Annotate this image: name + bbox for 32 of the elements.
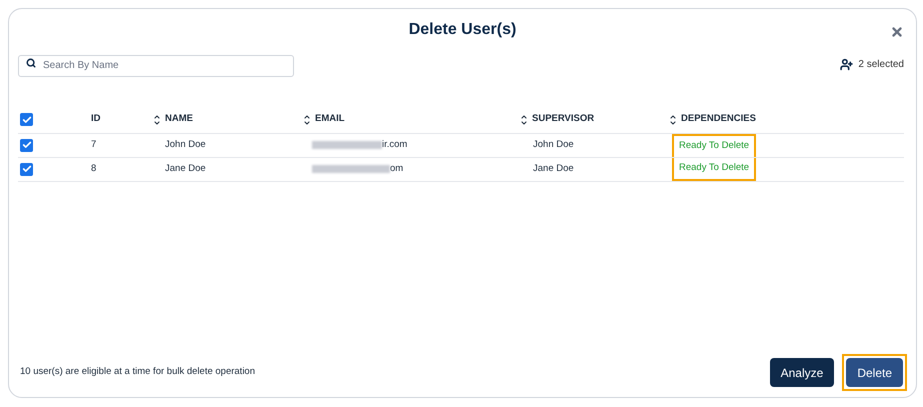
status-label: Ready To Delete: [672, 134, 756, 156]
table-cell-text: ir.com: [382, 138, 408, 152]
column-header: DEPENDENCIES: [681, 112, 756, 126]
column-header: ID: [91, 112, 100, 126]
sort-icon[interactable]: [153, 112, 161, 126]
column-header: EMAIL: [315, 112, 345, 126]
table-cell-text: John Doe: [532, 138, 575, 152]
dialog-title: Delete User(s): [408, 20, 516, 40]
close-icon[interactable]: [890, 25, 904, 39]
selected-count: 2 selected: [858, 58, 904, 72]
column-header: SUPERVISOR: [532, 112, 594, 126]
table-cell-text: John Doe: [164, 138, 207, 152]
table-cell-text: 8: [91, 162, 98, 176]
footer-note: 10 user(s) are eligible at a time for bulk delete operation: [19, 364, 255, 379]
search-field[interactable]: Search By Name: [18, 54, 294, 76]
users-icon: [840, 58, 854, 71]
redacted-text: [312, 141, 382, 149]
table-cell-text: om: [390, 162, 404, 176]
table-cell-text: Jane Doe: [164, 162, 207, 176]
search-icon: [26, 58, 36, 68]
sort-icon[interactable]: [669, 112, 677, 126]
table-cell-text: 7: [91, 138, 98, 152]
analyze-button[interactable]: Analyze: [770, 358, 834, 387]
sort-icon[interactable]: [303, 112, 311, 126]
checkbox[interactable]: [20, 113, 33, 126]
sort-icon[interactable]: [520, 112, 528, 126]
table-cell-text: Jane Doe: [532, 162, 575, 176]
checkbox[interactable]: [20, 138, 33, 152]
checkbox[interactable]: [20, 162, 33, 176]
status-label: Ready To Delete: [672, 158, 756, 180]
column-header: NAME: [165, 112, 193, 126]
delete-button[interactable]: Delete: [846, 358, 903, 387]
